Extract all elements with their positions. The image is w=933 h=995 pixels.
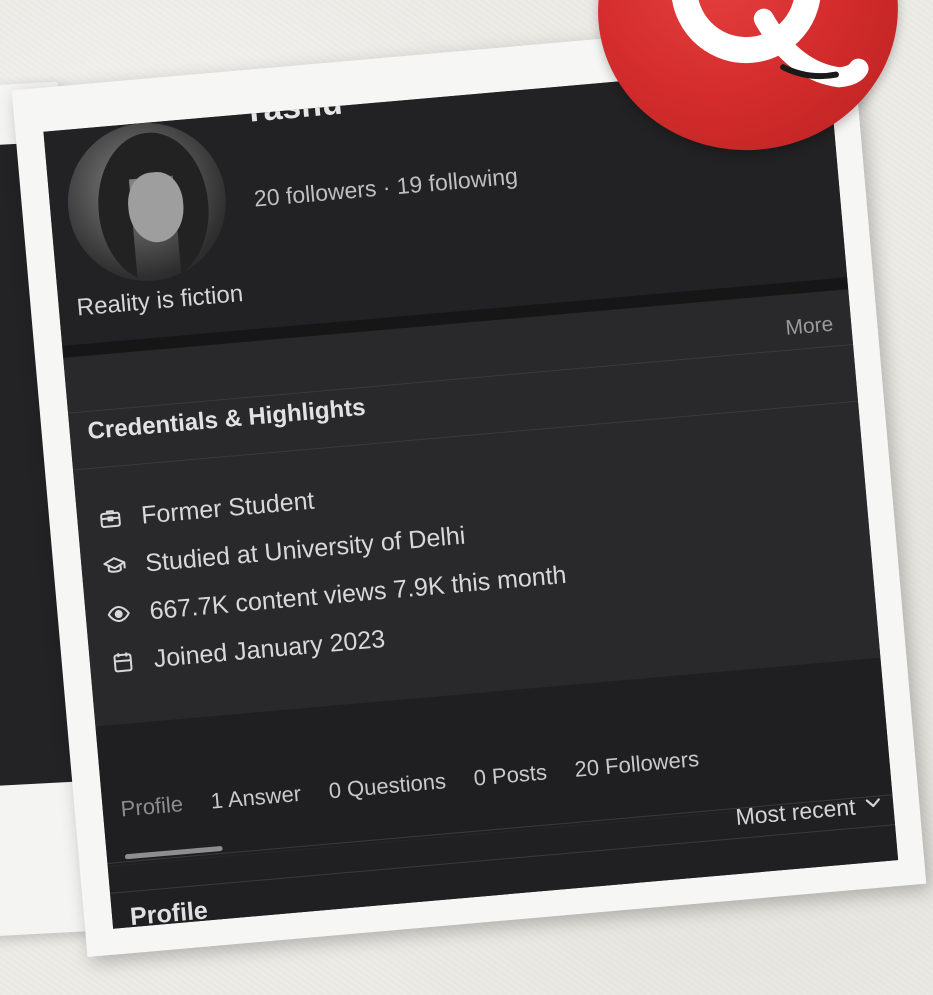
calendar-icon bbox=[109, 648, 137, 676]
section-heading: Profile bbox=[128, 896, 209, 929]
credentials-section: More Credentials & Highlights Former Stu… bbox=[63, 289, 881, 727]
avatar[interactable] bbox=[61, 116, 233, 288]
profile-tabs: Profile 1 Answer 0 Questions 0 Posts 20 … bbox=[120, 746, 700, 822]
polaroid-frame: Yashu 20 followers · 19 following Realit… bbox=[11, 16, 927, 958]
divider bbox=[67, 343, 854, 414]
credential-text: Former Student bbox=[139, 486, 316, 530]
credentials-title: Credentials & Highlights bbox=[86, 393, 367, 445]
briefcase-icon bbox=[96, 504, 124, 532]
graduation-cap-icon bbox=[100, 552, 128, 580]
tab-questions[interactable]: 0 Questions bbox=[328, 768, 447, 804]
quora-logo-icon bbox=[586, 0, 910, 163]
profile-name: Yashu bbox=[240, 83, 344, 131]
profile-screen: Yashu 20 followers · 19 following Realit… bbox=[43, 63, 899, 929]
follow-stats[interactable]: 20 followers · 19 following bbox=[253, 163, 519, 213]
chevron-down-icon bbox=[862, 791, 884, 820]
profile-bio: Reality is fiction bbox=[75, 280, 245, 322]
tab-posts[interactable]: 0 Posts bbox=[473, 759, 548, 791]
credentials-list: Former Student Studied at University of … bbox=[95, 455, 572, 687]
more-link[interactable]: More bbox=[785, 313, 835, 341]
eye-icon bbox=[105, 600, 133, 628]
tab-followers[interactable]: 20 Followers bbox=[574, 746, 701, 783]
tab-answers[interactable]: 1 Answer bbox=[210, 781, 302, 815]
credential-text: Joined January 2023 bbox=[152, 624, 387, 673]
tab-profile[interactable]: Profile bbox=[120, 791, 184, 822]
